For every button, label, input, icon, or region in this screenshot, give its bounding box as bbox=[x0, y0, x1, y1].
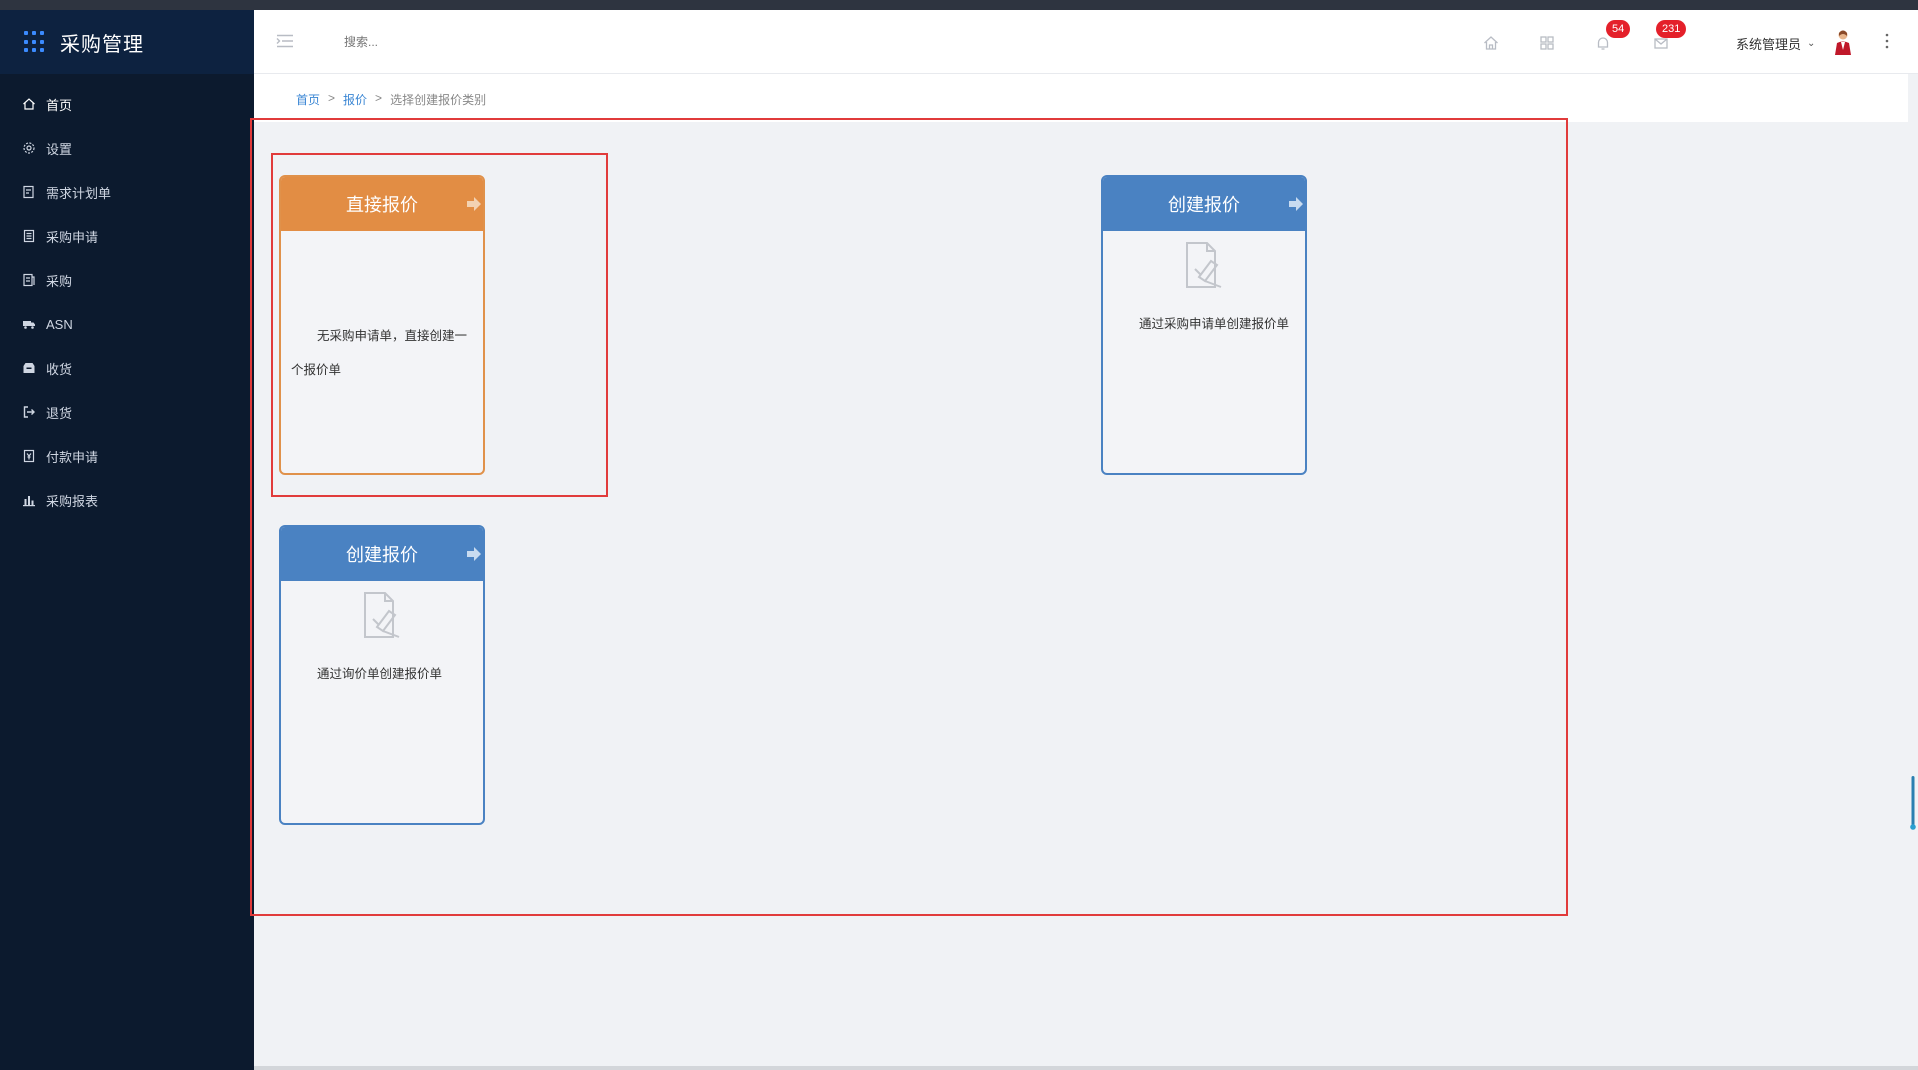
avatar[interactable] bbox=[1832, 28, 1854, 56]
breadcrumb-separator: > bbox=[375, 91, 383, 105]
card-header: 创建报价 bbox=[281, 527, 483, 581]
arrow-right-icon bbox=[467, 547, 481, 561]
sidebar-item-purchase-report[interactable]: 采购报表 bbox=[0, 478, 254, 522]
doc-list-icon bbox=[22, 229, 36, 243]
card-description: 无采购申请单，直接创建一个报价单 bbox=[291, 329, 468, 377]
sidebar-item-home[interactable]: 首页 bbox=[0, 82, 254, 126]
document-edit-icon bbox=[364, 592, 400, 638]
breadcrumb-current: 选择创建报价类别 bbox=[390, 93, 487, 107]
app-title: 采购管理 bbox=[60, 33, 144, 56]
truck-icon bbox=[22, 317, 36, 331]
chevron-down-icon: ⌄ bbox=[1807, 38, 1816, 49]
card-header: 直接报价 bbox=[281, 177, 483, 231]
notifications-badge: 54 bbox=[1606, 20, 1631, 38]
sidebar-item-receiving[interactable]: 收货 bbox=[0, 346, 254, 390]
bottom-edge bbox=[254, 1066, 1918, 1070]
sidebar-menu: 首页 设置 需求计划单 采购申请 采购 ASN 收货 退货 付款申请 采购报表 bbox=[0, 82, 254, 522]
bell-icon[interactable] bbox=[1594, 34, 1612, 52]
sidebar-item-label: 设置 bbox=[46, 141, 73, 157]
sidebar-item-label: 付款申请 bbox=[46, 449, 99, 465]
breadcrumb-bar: 首页 > 报价 > 选择创建报价类别 bbox=[254, 74, 1908, 122]
home-icon[interactable] bbox=[1482, 34, 1500, 52]
inbox-icon bbox=[22, 361, 36, 375]
direct-quote-card[interactable]: 直接报价 无采购申请单，直接创建一个报价单 bbox=[279, 175, 485, 475]
search-input[interactable] bbox=[344, 32, 524, 52]
apps-grid-icon bbox=[24, 31, 46, 53]
arrow-right-icon bbox=[467, 197, 481, 211]
home-icon bbox=[22, 97, 36, 111]
breadcrumb-separator: > bbox=[328, 91, 336, 105]
breadcrumb-home-link[interactable]: 首页 bbox=[296, 91, 320, 108]
sidebar-item-label: 需求计划单 bbox=[46, 185, 112, 201]
app-logo[interactable]: 采购管理 bbox=[0, 10, 254, 74]
sidebar-item-label: 采购报表 bbox=[46, 493, 99, 509]
sidebar: 采购管理 首页 设置 需求计划单 采购申请 采购 ASN 收货 退货 付款申请 … bbox=[0, 10, 254, 1070]
card-title: 直接报价 bbox=[346, 195, 418, 215]
scrollbar-thumb[interactable] bbox=[1910, 776, 1916, 832]
return-icon bbox=[22, 405, 36, 419]
sidebar-item-asn[interactable]: ASN bbox=[0, 302, 254, 346]
card-title: 创建报价 bbox=[1168, 195, 1240, 215]
breadcrumb-quote-link[interactable]: 报价 bbox=[343, 91, 367, 108]
edit-doc-icon bbox=[22, 185, 36, 199]
create-quote-from-inquiry-card[interactable]: 创建报价 通过询价单创建报价单 bbox=[279, 525, 485, 825]
more-vertical-icon[interactable] bbox=[1884, 32, 1890, 50]
messages-badge: 231 bbox=[1656, 20, 1687, 38]
bar-chart-icon bbox=[22, 493, 36, 507]
gear-icon bbox=[22, 141, 36, 155]
arrow-right-icon bbox=[1289, 197, 1303, 211]
breadcrumb: 首页 > 报价 > 选择创建报价类别 bbox=[296, 91, 486, 108]
user-menu[interactable]: 系统管理员 ⌄ bbox=[1736, 34, 1815, 53]
user-name: 系统管理员 bbox=[1736, 37, 1802, 52]
dashboard-grid-icon[interactable] bbox=[1538, 34, 1556, 52]
card-header: 创建报价 bbox=[1103, 177, 1305, 231]
sidebar-item-label: 采购申请 bbox=[46, 229, 99, 245]
sidebar-item-label: 采购 bbox=[46, 273, 73, 289]
card-title: 创建报价 bbox=[346, 545, 418, 565]
sidebar-item-label: 退货 bbox=[46, 405, 73, 421]
card-description: 通过采购申请单创建报价单 bbox=[1139, 317, 1290, 331]
payment-doc-icon bbox=[22, 449, 36, 463]
create-quote-from-request-card[interactable]: 创建报价 通过采购申请单创建报价单 bbox=[1101, 175, 1307, 475]
menu-collapse-icon[interactable] bbox=[276, 34, 294, 48]
sidebar-item-demand-plan[interactable]: 需求计划单 bbox=[0, 170, 254, 214]
sidebar-item-purchase[interactable]: 采购 bbox=[0, 258, 254, 302]
doc-icon bbox=[22, 273, 36, 287]
sidebar-item-settings[interactable]: 设置 bbox=[0, 126, 254, 170]
sidebar-item-label: 收货 bbox=[46, 361, 73, 377]
card-description: 通过询价单创建报价单 bbox=[317, 667, 443, 681]
sidebar-item-returns[interactable]: 退货 bbox=[0, 390, 254, 434]
sidebar-item-label: 首页 bbox=[46, 97, 73, 113]
window-top-strip bbox=[0, 0, 1918, 10]
top-header: 54 231 系统管理员 ⌄ bbox=[254, 10, 1918, 74]
sidebar-item-payment-request[interactable]: 付款申请 bbox=[0, 434, 254, 478]
sidebar-item-label: ASN bbox=[46, 316, 73, 332]
sidebar-item-purchase-request[interactable]: 采购申请 bbox=[0, 214, 254, 258]
document-edit-icon bbox=[1186, 242, 1222, 288]
